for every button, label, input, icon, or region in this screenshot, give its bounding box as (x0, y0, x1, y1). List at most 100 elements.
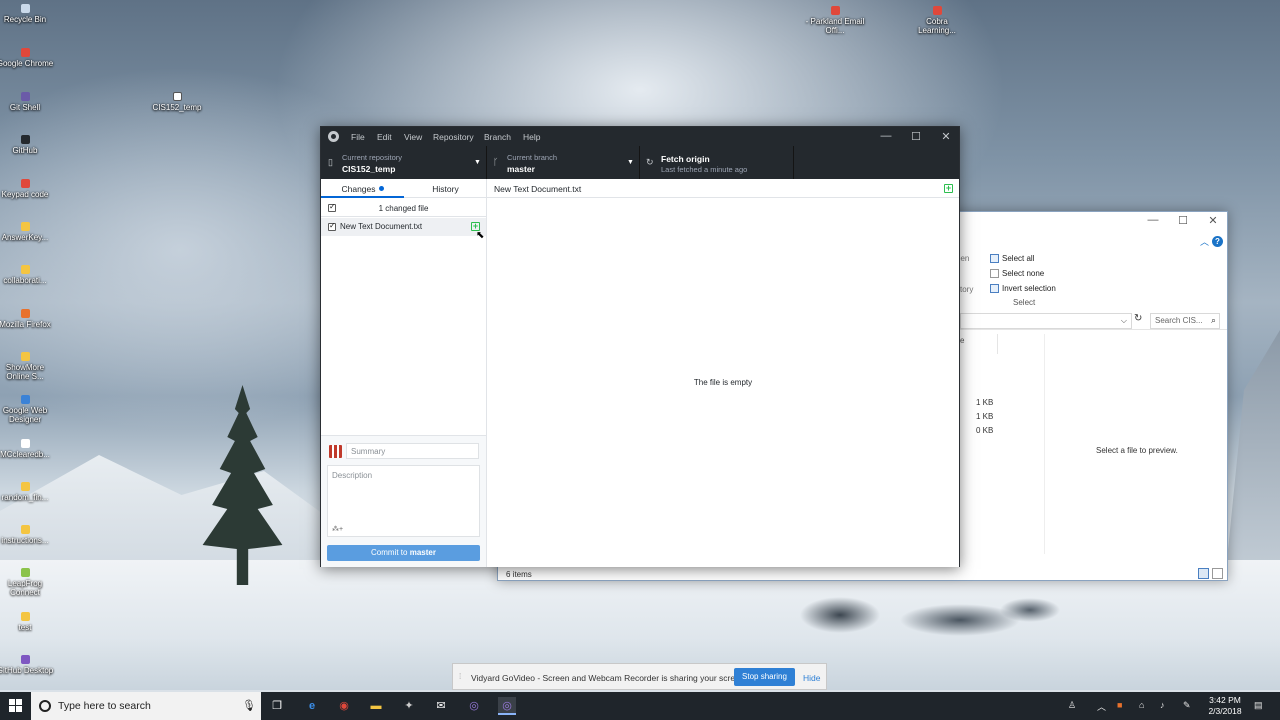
diff-file-name: New Text Document.txt (494, 184, 582, 194)
desktop-icon[interactable]: GitHub Desktop (0, 655, 55, 675)
add-coauthor-icon[interactable]: ⁂+ (332, 525, 343, 533)
desktop-icon-label: instructions... (1, 536, 49, 545)
select-all-button[interactable]: Select all (990, 254, 1034, 263)
changed-file-count: 1 changed file (378, 204, 429, 213)
tab-history[interactable]: History (404, 184, 487, 194)
mail-icon[interactable]: ✉ (432, 697, 450, 715)
show-hidden-icons-chevron-icon[interactable]: ︿ (1097, 700, 1106, 713)
column-header-fragment[interactable]: e (960, 336, 964, 345)
desktop-icon[interactable]: MCclearedb... (0, 439, 55, 459)
changed-file-name: New Text Document.txt (340, 222, 423, 231)
minimize-icon[interactable]: — (1138, 214, 1168, 226)
volume-icon[interactable]: ♪ (1160, 700, 1165, 710)
changed-file-row[interactable]: New Text Document.txt + (321, 218, 486, 236)
github-titlebar[interactable]: File Edit View Repository Branch Help — … (321, 127, 959, 146)
desktop-icon-label: Cobra Learning... (918, 17, 956, 35)
desktop-icon[interactable]: Google Web Designer (0, 395, 55, 424)
sidebar-tabs: Changes History (321, 179, 487, 198)
close-icon[interactable]: ✕ (1198, 214, 1228, 227)
github-desktop-icon (20, 655, 30, 664)
task-view-icon[interactable]: ❐ (268, 697, 286, 715)
desktop-icon-label: collaborati... (3, 276, 47, 285)
clock[interactable]: 3:42 PM 2/3/2018 (1200, 695, 1250, 717)
desktop-icon-cobra-learning[interactable]: Cobra Learning... (907, 6, 967, 35)
pen-icon[interactable]: ✎ (1183, 700, 1191, 711)
desktop-icon-label: AnswerKey... (1, 233, 49, 242)
column-divider (997, 334, 998, 354)
desktop-icon[interactable]: instructions... (0, 525, 55, 545)
refresh-icon[interactable]: ↻ (1134, 313, 1142, 324)
file-explorer-icon[interactable]: ▬ (367, 697, 385, 715)
menu-branch[interactable]: Branch (484, 132, 511, 142)
taskbar-search-input[interactable]: Type here to search 🎙 (31, 692, 261, 720)
desktop-icon[interactable]: LeapFrog Connect (0, 568, 55, 597)
file-size: 0 KB (976, 426, 994, 435)
menu-edit[interactable]: Edit (377, 132, 392, 142)
minimize-icon[interactable]: — (871, 130, 901, 142)
commit-button[interactable]: Commit to master (327, 545, 480, 561)
tab-changes[interactable]: Changes (321, 184, 404, 194)
close-icon[interactable]: ✕ (931, 130, 961, 143)
changed-files-header: 1 changed file (321, 199, 486, 217)
drag-handle-icon[interactable]: ⁞ (459, 672, 461, 681)
fetch-origin-title: Fetch origin (661, 154, 710, 164)
desktop-icon-label: Mozilla Firefox (0, 320, 51, 329)
github-desktop-icon[interactable]: ◎ (498, 697, 516, 715)
current-branch-label: Current branch (507, 153, 558, 162)
tray-app-icon[interactable]: ■ (1117, 700, 1122, 710)
desktop-icon[interactable]: collaborati... (0, 265, 55, 285)
menu-repository[interactable]: Repository (433, 132, 474, 142)
network-icon[interactable]: ⌂ (1139, 700, 1144, 710)
desktop-icon-label: LeapFrog Connect (7, 579, 43, 597)
microphone-icon[interactable]: 🎙 (242, 699, 256, 712)
background-rocks (800, 585, 1060, 640)
commit-description-input[interactable]: Description ⁂+ (327, 465, 480, 537)
desktop-icon[interactable]: AnswerKey... (0, 222, 55, 242)
desktop-icon[interactable]: test (0, 612, 55, 632)
vidyard-icon[interactable]: ◎ (465, 697, 483, 715)
edge-icon[interactable]: e (303, 697, 321, 715)
menu-help[interactable]: Help (523, 132, 540, 142)
fetch-origin-button[interactable]: ↻ Fetch origin Last fetched a minute ago (640, 146, 794, 179)
details-view-icon[interactable] (1198, 568, 1209, 579)
desktop-icon[interactable]: Google Chrome (0, 48, 55, 68)
web-designer-icon (20, 395, 30, 404)
file-include-checkbox[interactable] (328, 221, 336, 231)
select-none-button[interactable]: Select none (990, 269, 1044, 278)
current-repository-button[interactable]: ▯ Current repository CIS152_temp ▼ (321, 146, 487, 179)
windows-start-icon[interactable] (9, 699, 22, 712)
desktop-icon[interactable]: Recycle Bin (0, 4, 55, 24)
maximize-icon[interactable]: ☐ (1168, 214, 1198, 227)
chevron-down-icon[interactable]: ⌵ (1121, 316, 1127, 326)
maximize-icon[interactable]: ☐ (901, 130, 931, 143)
desktop-icon[interactable]: random_fin... (0, 482, 55, 502)
desktop-icon[interactable]: Keypad code (0, 179, 55, 199)
desktop-icon[interactable]: Git Shell (0, 92, 55, 112)
desktop-icon[interactable]: GitHub (0, 135, 55, 155)
invert-selection-button[interactable]: Invert selection (990, 284, 1056, 293)
desktop-icon-cis152-temp[interactable]: CIS152_temp (147, 92, 207, 112)
desktop-icon-parkland-email[interactable]: - Parkland Email Offi... (805, 6, 865, 35)
menu-view[interactable]: View (404, 132, 422, 142)
commit-summary-input[interactable]: Summary (346, 443, 479, 459)
large-icons-view-icon[interactable] (1212, 568, 1223, 579)
active-tab-underline (321, 196, 404, 198)
app-icon[interactable]: ✦ (400, 697, 418, 715)
desktop-icon-label: test (18, 623, 32, 632)
desktop-icon[interactable]: ShowMore Online S... (0, 352, 55, 381)
chrome-icon[interactable]: ◉ (335, 697, 353, 715)
notifications-icon[interactable]: ▤ (1254, 700, 1263, 711)
github-logo-icon (328, 131, 339, 142)
hide-button[interactable]: Hide (803, 673, 820, 683)
desktop-icon[interactable]: Mozilla Firefox (0, 309, 55, 329)
chrome-icon (20, 48, 30, 57)
commit-panel: Summary Description ⁂+ Commit to master (321, 435, 486, 567)
explorer-search-input[interactable]: Search CIS... ⌕ (1150, 313, 1220, 329)
stop-sharing-button[interactable]: Stop sharing (734, 668, 795, 686)
github-desktop-window[interactable]: File Edit View Repository Branch Help — … (320, 126, 960, 567)
menu-file[interactable]: File (351, 132, 365, 142)
current-branch-button[interactable]: ᚴ Current branch master ▼ (487, 146, 640, 179)
ribbon-group-select-label: Select (1013, 298, 1036, 307)
people-icon[interactable]: ♙ (1068, 700, 1076, 711)
address-bar[interactable]: ⌵ (960, 313, 1132, 329)
